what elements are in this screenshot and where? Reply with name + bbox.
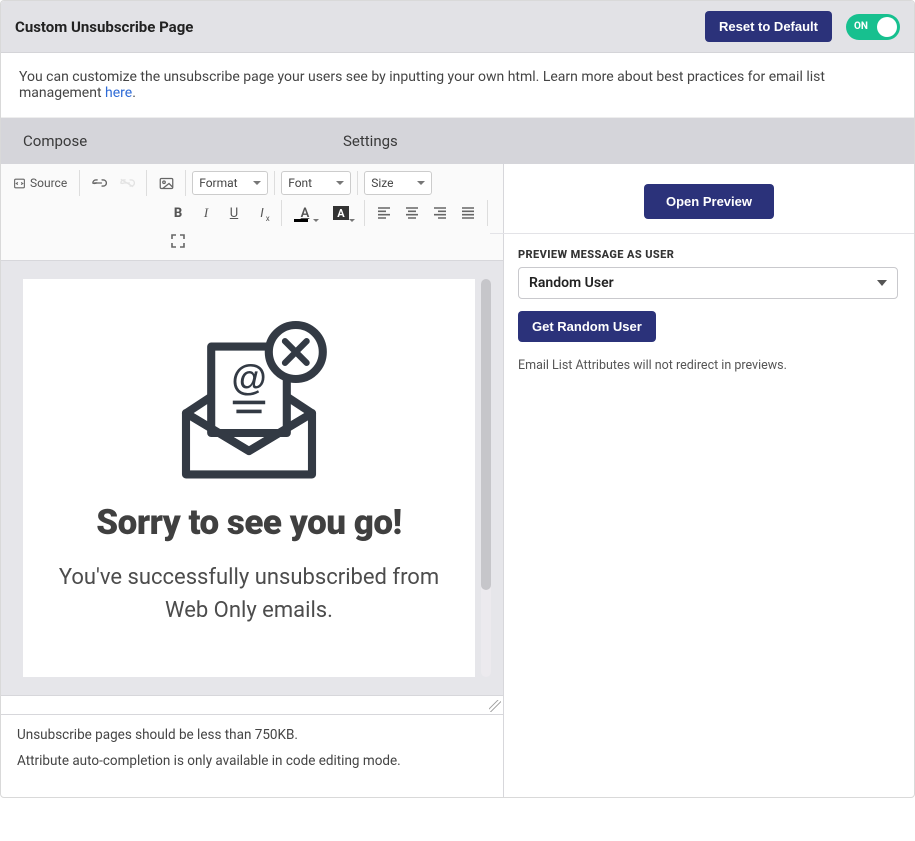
editor-scrollbar-thumb[interactable] — [481, 279, 491, 590]
toggle-knob — [877, 17, 897, 37]
info-bar: You can customize the unsubscribe page y… — [1, 53, 914, 118]
link-icon — [91, 178, 107, 188]
source-button[interactable]: Source — [7, 170, 73, 196]
settings-divider — [490, 233, 915, 234]
source-label: Source — [30, 176, 67, 190]
preview-user-select[interactable]: Random User — [518, 267, 898, 299]
remove-format-icon: Ix — [260, 206, 263, 221]
resize-grip[interactable] — [489, 700, 501, 712]
envelope-art: @ — [159, 307, 339, 487]
settings-column: Open Preview PREVIEW MESSAGE AS USER Ran… — [504, 164, 914, 797]
align-left-icon — [377, 207, 391, 219]
image-icon — [159, 177, 174, 190]
editor-area[interactable]: @ Sorry to see you go! You've successful… — [1, 261, 503, 695]
font-select-label: Font — [288, 176, 312, 190]
remove-format-button[interactable]: Ix — [249, 200, 275, 226]
size-select[interactable]: Size — [364, 171, 432, 195]
size-select-label: Size — [371, 176, 393, 190]
editor-canvas[interactable]: @ Sorry to see you go! You've successful… — [23, 279, 475, 677]
custom-unsubscribe-panel: Custom Unsubscribe Page Reset to Default… — [0, 0, 915, 798]
unsubscribe-heading: Sorry to see you go! — [41, 503, 457, 543]
align-right-button[interactable] — [427, 200, 453, 226]
align-right-icon — [433, 207, 447, 219]
preview-user-value: Random User — [529, 275, 614, 291]
maximize-icon — [171, 234, 185, 248]
align-center-icon — [405, 207, 419, 219]
source-icon — [13, 177, 26, 190]
bold-button[interactable]: B — [165, 200, 191, 226]
font-select[interactable]: Font — [281, 171, 351, 195]
note-size-limit: Unsubscribe pages should be less than 75… — [17, 727, 487, 743]
unsubscribe-subtext: You've successfully unsubscribed from We… — [41, 561, 457, 637]
compose-column: Source — [1, 164, 504, 797]
note-autocomplete: Attribute auto-completion is only availa… — [17, 753, 487, 769]
tabs-bar: Compose Settings — [1, 118, 914, 164]
reset-to-default-button[interactable]: Reset to Default — [705, 11, 832, 42]
chevron-down-icon — [877, 280, 887, 286]
align-center-button[interactable] — [399, 200, 425, 226]
info-text: You can customize the unsubscribe page y… — [19, 69, 825, 101]
panel-title: Custom Unsubscribe Page — [15, 18, 705, 36]
get-random-user-button[interactable]: Get Random User — [518, 311, 656, 342]
editor-resize-area — [1, 695, 503, 715]
open-preview-button[interactable]: Open Preview — [644, 184, 774, 219]
align-justify-button[interactable] — [455, 200, 481, 226]
editor-toolbar: Source — [1, 164, 503, 261]
align-left-button[interactable] — [371, 200, 397, 226]
panel-body: Source — [1, 164, 914, 797]
unlink-button — [114, 170, 140, 196]
format-select[interactable]: Format — [192, 171, 268, 195]
bg-color-icon: A — [333, 206, 349, 220]
enable-toggle[interactable]: ON — [846, 14, 900, 40]
tab-settings[interactable]: Settings — [321, 118, 914, 164]
format-select-label: Format — [199, 176, 237, 190]
underline-button[interactable]: U — [221, 200, 247, 226]
tab-compose[interactable]: Compose — [1, 118, 321, 164]
preview-as-user-label: PREVIEW MESSAGE AS USER — [518, 248, 898, 261]
image-button[interactable] — [153, 170, 179, 196]
italic-button[interactable]: I — [193, 200, 219, 226]
text-color-button[interactable]: A — [288, 200, 322, 226]
unlink-icon — [119, 178, 135, 188]
preview-hint: Email List Attributes will not redirect … — [518, 358, 898, 373]
editor-scrollbar[interactable] — [481, 279, 491, 677]
link-button[interactable] — [86, 170, 112, 196]
toggle-label: ON — [854, 21, 868, 32]
svg-text:@: @ — [231, 357, 266, 398]
bg-color-button[interactable]: A — [324, 200, 358, 226]
align-justify-icon — [461, 207, 475, 219]
panel-header: Custom Unsubscribe Page Reset to Default… — [1, 1, 914, 53]
info-period: . — [132, 85, 136, 101]
editor-notes: Unsubscribe pages should be less than 75… — [1, 715, 503, 797]
info-link[interactable]: here — [105, 85, 132, 101]
maximize-button[interactable] — [165, 228, 191, 254]
